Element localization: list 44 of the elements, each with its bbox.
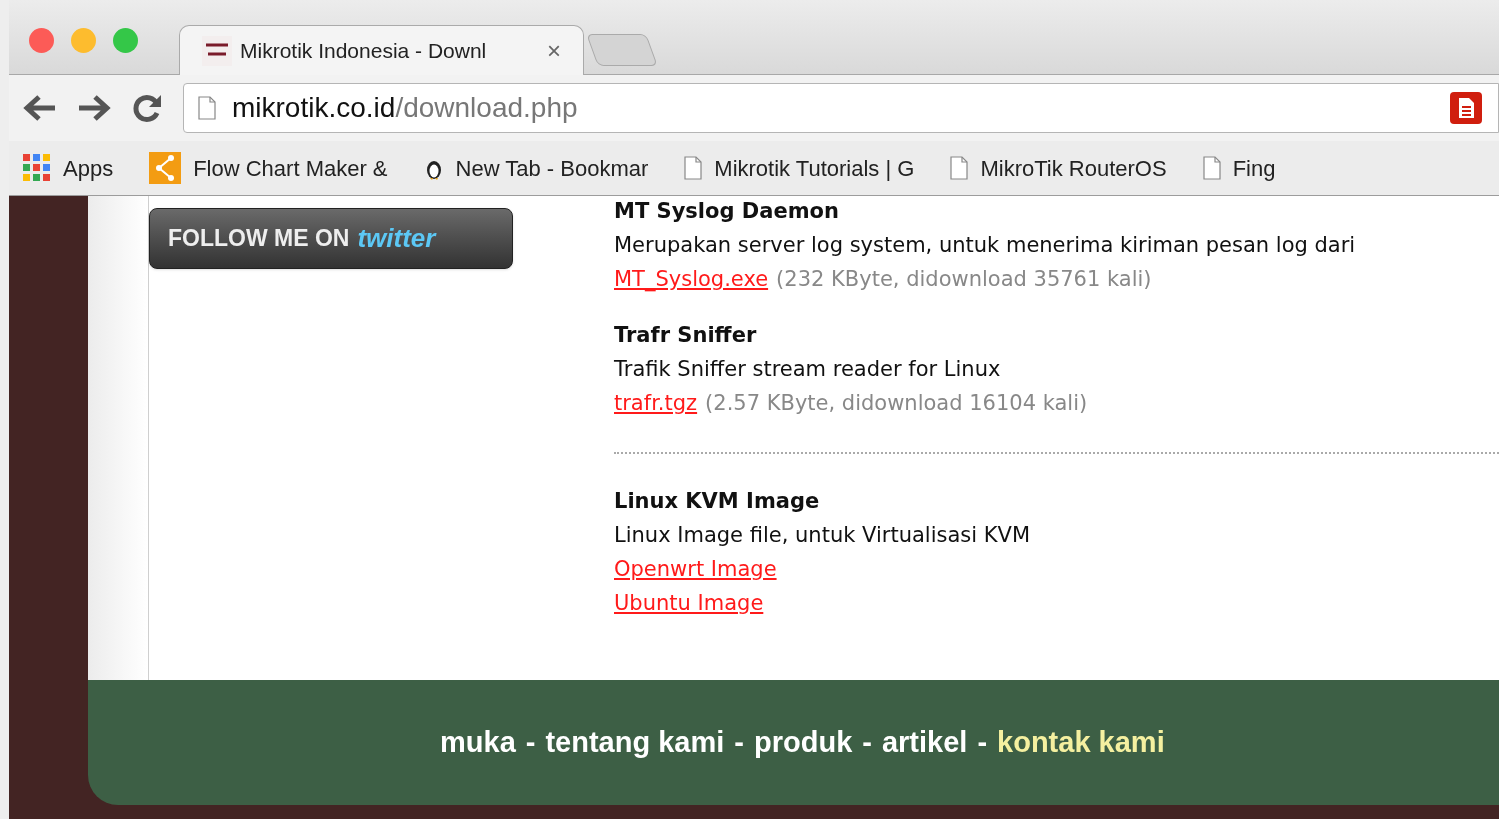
bookmark-item[interactable]: MikroTik RouterOS bbox=[980, 151, 1167, 185]
footer-link[interactable]: artikel bbox=[881, 720, 968, 765]
file-info: (2.57 KByte, didownload 16104 kali) bbox=[705, 390, 1088, 417]
download-link[interactable]: MT_Syslog.exe bbox=[614, 262, 769, 296]
bookmark-item[interactable]: New Tab - Bookmar bbox=[455, 151, 649, 185]
address-bar[interactable]: mikrotik.co.id/download.php bbox=[183, 83, 1499, 133]
back-arrow-icon[interactable] bbox=[23, 93, 57, 123]
page-icon bbox=[1202, 156, 1221, 180]
forward-arrow-icon[interactable] bbox=[77, 93, 111, 123]
follow-twitter-button[interactable]: FOLLOW ME ON twitter bbox=[149, 208, 513, 269]
bookmark-item[interactable]: Mikrotik Tutorials | G bbox=[714, 151, 915, 185]
document-extension-icon[interactable] bbox=[1450, 92, 1482, 124]
footer-link[interactable]: muka bbox=[440, 720, 516, 765]
file-info: (232 KByte, didownload 35761 kali) bbox=[776, 266, 1152, 293]
separator: - bbox=[862, 724, 872, 760]
url-text: mikrotik.co.id/download.php bbox=[232, 91, 578, 125]
bookmark-item[interactable]: Flow Chart Maker & bbox=[193, 151, 388, 185]
footer-link[interactable]: kontak kami bbox=[997, 720, 1165, 765]
download-description: Trafik Sniffer stream reader for Linux bbox=[614, 356, 1001, 383]
tab-title: Mikrotik Indonesia - Downl bbox=[240, 37, 487, 64]
download-title: MT Syslog Daemon bbox=[614, 198, 839, 225]
download-link[interactable]: Openwrt Image bbox=[614, 552, 777, 586]
flowchart-icon bbox=[149, 152, 182, 184]
footer-link[interactable]: produk bbox=[754, 720, 853, 765]
site-favicon bbox=[202, 35, 232, 66]
separator: - bbox=[977, 724, 988, 760]
download-description: Linux Image file, untuk Virtualisasi KVM bbox=[614, 522, 1030, 549]
browser-tab[interactable]: Mikrotik Indonesia - Downl × bbox=[179, 25, 584, 75]
separator: - bbox=[734, 724, 744, 760]
bookmark-item[interactable]: Fing bbox=[1232, 151, 1276, 185]
download-link[interactable]: trafr.tgz bbox=[614, 386, 698, 420]
download-title: Trafr Sniffer bbox=[614, 322, 757, 349]
separator: - bbox=[525, 724, 536, 760]
download-link[interactable]: Ubuntu Image bbox=[614, 586, 764, 620]
page-icon bbox=[684, 156, 703, 180]
apps-grid-icon bbox=[23, 154, 51, 182]
download-description: Merupakan server log system, untuk menerima kiriman pesan log dari bbox=[614, 232, 1356, 259]
download-title: Linux KVM Image bbox=[614, 488, 820, 515]
page-icon bbox=[198, 96, 216, 120]
reload-icon[interactable] bbox=[131, 92, 163, 124]
footer-link[interactable]: tentang kami bbox=[545, 720, 725, 765]
bookmark-item[interactable]: Apps bbox=[63, 151, 114, 185]
tab-close-button[interactable]: × bbox=[547, 32, 561, 69]
page-icon bbox=[950, 156, 969, 180]
